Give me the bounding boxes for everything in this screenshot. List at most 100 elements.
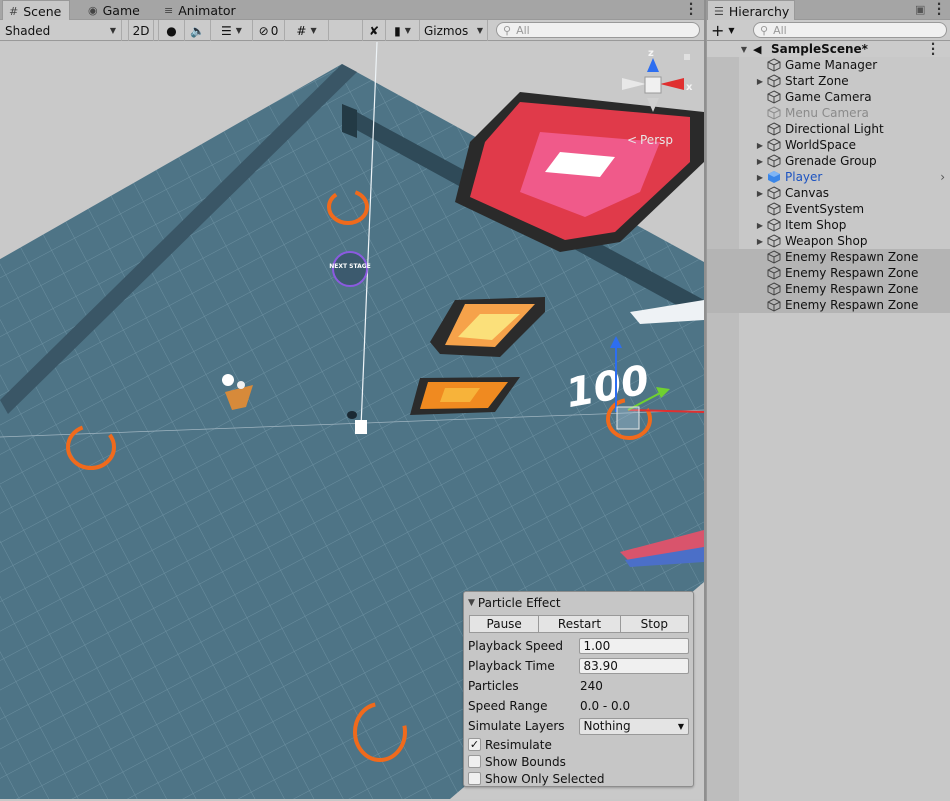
pause-button[interactable]: Pause — [469, 615, 540, 633]
resimulate-label: Resimulate — [485, 737, 552, 752]
scene-toolbar: Shaded ▼ 2D ● 🔈 ☰ ▼ ⊘ 0 # ▼ ✘ ▮ ▼ Gizmos… — [0, 20, 704, 41]
scene-menu-icon[interactable]: · · · — [929, 38, 937, 60]
expand-arrow-icon[interactable]: ▶ — [755, 173, 765, 182]
tab-game[interactable]: ◉ Game — [82, 0, 142, 20]
gameobject-cube-icon — [767, 90, 781, 104]
particle-effect-header[interactable]: ▼ Particle Effect — [468, 595, 689, 611]
expand-arrow-icon[interactable]: ▶ — [755, 77, 765, 86]
hierarchy-item[interactable]: ▶ Weapon Shop — [707, 233, 950, 249]
expand-arrow-icon[interactable]: ▶ — [755, 189, 765, 198]
hierarchy-item[interactable]: Enemy Respawn Zone — [707, 281, 950, 297]
lighting-toggle[interactable]: ● — [158, 20, 185, 41]
expand-arrow-icon[interactable]: ▶ — [755, 221, 765, 230]
hierarchy-item-label: Grenade Group — [785, 154, 877, 168]
camera-icon: ▮ — [394, 23, 401, 38]
tab-animator[interactable]: ≡ Animator — [158, 0, 238, 20]
grid-icon: # — [9, 4, 19, 18]
gizmos-dropdown[interactable]: Gizmos ▼ — [420, 20, 488, 41]
scene-menu-icon[interactable]: · · · — [687, 0, 695, 20]
hierarchy-item[interactable]: Game Camera — [707, 89, 950, 105]
playback-speed-label: Playback Speed — [468, 639, 563, 653]
hierarchy-item[interactable]: ▶ Player › — [707, 169, 950, 185]
playback-time-row: Playback Time 83.90 — [468, 656, 689, 676]
gameobject-cube-icon — [767, 266, 781, 280]
lock-icon[interactable] — [684, 54, 690, 60]
hierarchy-item-label: Game Manager — [785, 58, 878, 72]
hierarchy-item[interactable]: Enemy Respawn Zone — [707, 249, 950, 265]
playback-speed-field[interactable]: 1.00 — [579, 638, 689, 654]
gameobject-cube-icon — [767, 298, 781, 312]
playback-time-field[interactable]: 83.90 — [579, 658, 689, 674]
scene-search-input[interactable]: ⚲ All — [496, 22, 700, 38]
tools-button[interactable]: ✘ — [362, 20, 386, 41]
hierarchy-items: Game Manager ▶ Start Zone Game Camera Menu C… — [707, 57, 950, 313]
chevron-down-icon: ▼ — [728, 25, 735, 35]
scene-viewport[interactable]: 100 NEXT STAGE z x Persp < ▼ Particle Ef… — [0, 42, 704, 799]
hierarchy-search-input[interactable]: ⚲ All — [753, 22, 947, 38]
show-bounds-checkbox[interactable] — [468, 755, 481, 768]
simulate-layers-row: Simulate Layers Nothing ▼ — [468, 716, 689, 736]
hierarchy-item[interactable]: ▶ Item Shop — [707, 217, 950, 233]
tab-hierarchy[interactable]: ☰ Hierarchy — [707, 0, 795, 21]
hierarchy-item[interactable]: ▶ Start Zone — [707, 73, 950, 89]
hierarchy-item[interactable]: EventSystem — [707, 201, 950, 217]
resimulate-checkbox[interactable]: ✓ — [468, 738, 481, 751]
simulate-layers-label: Simulate Layers — [468, 719, 565, 733]
hierarchy-item[interactable]: Menu Camera — [707, 105, 950, 121]
scene-search-placeholder: All — [516, 23, 530, 37]
simulate-layers-dropdown[interactable]: Nothing ▼ — [579, 717, 689, 735]
hierarchy-item-label: Enemy Respawn Zone — [785, 298, 919, 312]
lightbulb-icon: ● — [166, 23, 177, 38]
scene-root-row[interactable]: ▼ ◀ SampleScene* · · · — [707, 38, 950, 60]
hidden-count: 0 — [270, 23, 279, 38]
playback-time-label: Playback Time — [468, 659, 555, 673]
camera-dropdown[interactable]: ▮ ▼ — [386, 20, 420, 41]
grid-snapping-dropdown[interactable]: # ▼ — [285, 20, 329, 41]
scene-visibility-toggle[interactable]: ⊘ 0 — [253, 20, 285, 41]
simulate-layers-value: Nothing — [583, 719, 631, 733]
hierarchy-item[interactable]: Directional Light — [707, 121, 950, 137]
resimulate-row: ✓ Resimulate — [468, 736, 689, 753]
effects-dropdown[interactable]: ☰ ▼ — [211, 20, 253, 41]
playback-buttons: Pause Restart Stop — [469, 615, 689, 633]
hierarchy-item[interactable]: ▶ Canvas — [707, 185, 950, 201]
hierarchy-item[interactable]: ▶ Grenade Group — [707, 153, 950, 169]
hierarchy-item-label: Game Camera — [785, 90, 872, 104]
gamepad-icon: ◉ — [88, 3, 98, 17]
draw-mode-dropdown[interactable]: Shaded ▼ — [0, 20, 122, 41]
chevron-down-icon: ▼ — [235, 26, 242, 35]
gameobject-cube-icon — [767, 74, 781, 88]
hierarchy-item[interactable]: Game Manager — [707, 57, 950, 73]
stop-button[interactable]: Stop — [620, 615, 689, 633]
gameobject-cube-icon — [767, 186, 781, 200]
expand-arrow-icon[interactable]: ▶ — [755, 157, 765, 166]
expand-arrow-icon[interactable]: ▶ — [755, 141, 765, 150]
expand-arrow-icon[interactable]: ▼ — [739, 45, 749, 54]
hierarchy-item-label: Player — [785, 170, 823, 184]
orientation-gizmo[interactable]: z x — [622, 48, 693, 112]
expand-arrow-icon[interactable]: ▶ — [755, 237, 765, 246]
axis-z-label: z — [648, 48, 654, 59]
list-icon: ☰ — [714, 4, 724, 18]
toggle-2d-button[interactable]: 2D — [128, 20, 154, 41]
audio-toggle[interactable]: 🔈 — [185, 20, 211, 41]
hierarchy-menu-icon[interactable]: · · · — [935, 0, 943, 20]
hierarchy-item[interactable]: Enemy Respawn Zone — [707, 297, 950, 313]
particles-row: Particles 240 — [468, 676, 689, 696]
prefab-open-arrow-icon[interactable]: › — [940, 170, 945, 184]
chevron-down-icon: ▼ — [109, 26, 116, 35]
scene-tabbar: # Scene ◉ Game ≡ Animator · · · — [0, 0, 704, 21]
lock-icon[interactable]: ▣ — [915, 3, 925, 16]
gameobject-cube-icon — [767, 106, 781, 120]
restart-button[interactable]: Restart — [539, 615, 621, 633]
hierarchy-item-label: WorldSpace — [785, 138, 856, 152]
tab-scene[interactable]: # Scene — [2, 0, 70, 21]
create-dropdown[interactable]: + ▼ — [711, 21, 747, 40]
show-only-selected-checkbox[interactable] — [468, 772, 481, 785]
hierarchy-item[interactable]: Enemy Respawn Zone — [707, 265, 950, 281]
hierarchy-item[interactable]: ▶ WorldSpace — [707, 137, 950, 153]
hierarchy-item-label: Weapon Shop — [785, 234, 868, 248]
hierarchy-item-label: Start Zone — [785, 74, 849, 88]
projection-label[interactable]: Persp — [640, 133, 673, 147]
hierarchy-item-label: EventSystem — [785, 202, 865, 216]
